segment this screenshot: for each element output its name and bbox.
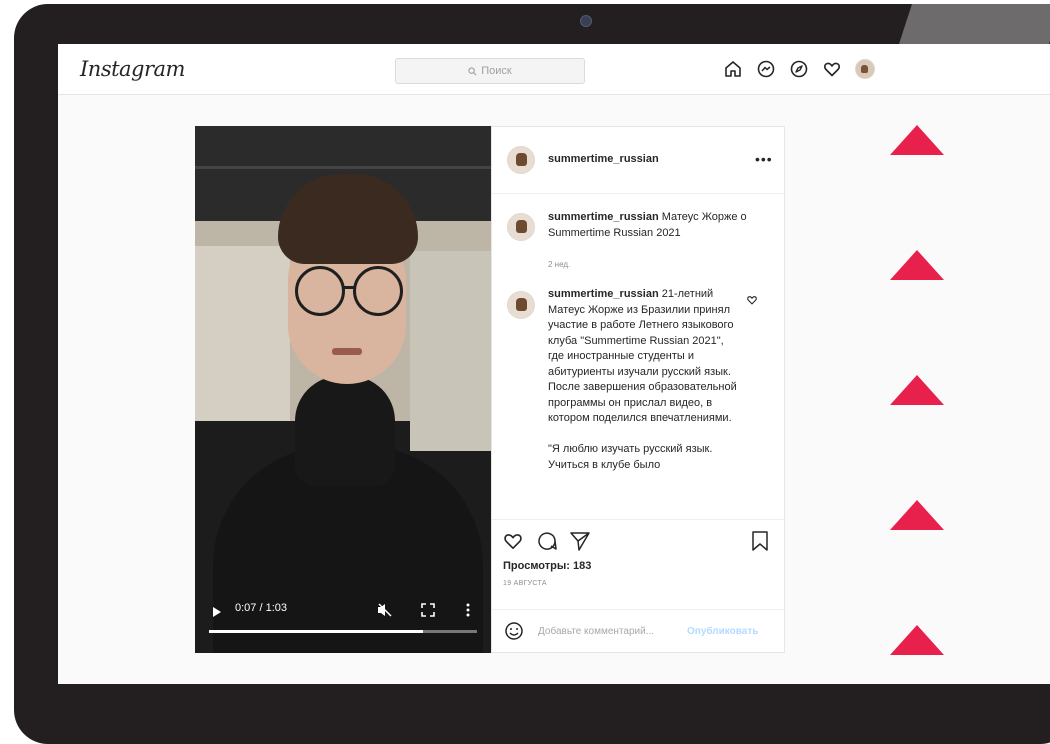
comment-bar: Добавьте комментарий... Опубликовать bbox=[492, 609, 784, 653]
avatar[interactable] bbox=[507, 146, 535, 174]
decorative-arrow-icon bbox=[890, 250, 944, 280]
nav-icons bbox=[722, 58, 875, 79]
more-vertical-icon[interactable] bbox=[466, 603, 470, 617]
video-controls: 0:07 / 1:03 bbox=[195, 596, 491, 653]
search-icon bbox=[468, 66, 477, 75]
fullscreen-icon[interactable] bbox=[421, 603, 435, 617]
video-player[interactable]: 0:07 / 1:03 bbox=[195, 126, 491, 653]
comments-scroll-area[interactable]: summertime_russian Матеус Жорже о Summer… bbox=[492, 194, 784, 519]
avatar[interactable] bbox=[507, 213, 535, 241]
caption-username[interactable]: summertime_russian bbox=[548, 288, 659, 300]
heart-icon[interactable] bbox=[821, 58, 842, 79]
more-options-icon[interactable]: ••• bbox=[755, 151, 773, 167]
video-progress-fill bbox=[209, 630, 424, 633]
caption-text: 21-летний Матеус Жорже из Бразилии приня… bbox=[548, 288, 737, 424]
webcam-icon bbox=[580, 15, 592, 27]
screen-glare bbox=[899, 4, 1050, 44]
mute-icon[interactable] bbox=[377, 603, 393, 617]
avatar[interactable] bbox=[507, 291, 535, 319]
glasses-lens bbox=[353, 266, 403, 316]
view-count: Просмотры: 183 bbox=[503, 560, 592, 572]
comment-icon[interactable] bbox=[536, 530, 558, 552]
video-background-panel bbox=[195, 246, 290, 421]
bookmark-icon[interactable] bbox=[751, 530, 769, 552]
caption-quote: "Я люблю изучать русский язык. Учиться в… bbox=[548, 443, 713, 471]
post-header: summertime_russian ••• bbox=[492, 127, 784, 194]
home-icon[interactable] bbox=[722, 58, 743, 79]
decorative-arrow-icon bbox=[890, 375, 944, 405]
decorative-arrow-icon bbox=[890, 625, 944, 655]
caption-username[interactable]: summertime_russian bbox=[548, 211, 659, 223]
emoji-icon[interactable] bbox=[504, 621, 524, 641]
decorative-arrow-icon bbox=[890, 500, 944, 530]
search-placeholder: Поиск bbox=[481, 65, 512, 77]
messenger-icon[interactable] bbox=[755, 58, 776, 79]
play-icon[interactable] bbox=[212, 606, 222, 618]
comment-input[interactable]: Добавьте комментарий... bbox=[538, 626, 654, 637]
caption-age: 2 нед. bbox=[548, 260, 571, 269]
laptop-frame: Instagram Поиск 0:07 / 1:03 summertime_r… bbox=[0, 0, 1050, 744]
video-person-mouth bbox=[332, 348, 362, 355]
video-background-panel bbox=[410, 251, 491, 451]
caption-second: summertime_russian 21-летний Матеус Жорж… bbox=[548, 287, 738, 473]
share-icon[interactable] bbox=[569, 530, 591, 552]
avatar bbox=[854, 58, 875, 79]
video-background-beam bbox=[195, 166, 491, 169]
publish-button[interactable]: Опубликовать bbox=[687, 626, 758, 637]
decorative-arrow-icon bbox=[890, 125, 944, 155]
profile-avatar-icon[interactable] bbox=[854, 58, 875, 79]
video-progress-bar[interactable] bbox=[209, 630, 477, 633]
video-person-neck bbox=[295, 376, 395, 486]
like-heart-icon[interactable] bbox=[502, 530, 524, 552]
search-input[interactable]: Поиск bbox=[395, 58, 585, 84]
glasses-bridge bbox=[344, 286, 354, 289]
video-time: 0:07 / 1:03 bbox=[235, 602, 287, 614]
like-comment-heart-icon[interactable] bbox=[746, 294, 758, 306]
instagram-logo[interactable]: Instagram bbox=[80, 57, 185, 81]
explore-icon[interactable] bbox=[788, 58, 809, 79]
caption-first: summertime_russian Матеус Жорже о Summer… bbox=[548, 210, 748, 241]
post-date: 19 АВГУСТА bbox=[503, 580, 547, 587]
post-username[interactable]: summertime_russian bbox=[548, 153, 659, 165]
top-navigation-bar: Instagram Поиск bbox=[58, 44, 1050, 95]
post-actions: Просмотры: 183 19 АВГУСТА bbox=[492, 519, 784, 610]
glasses-lens bbox=[295, 266, 345, 316]
post-side-panel: summertime_russian ••• summertime_russia… bbox=[491, 126, 785, 653]
